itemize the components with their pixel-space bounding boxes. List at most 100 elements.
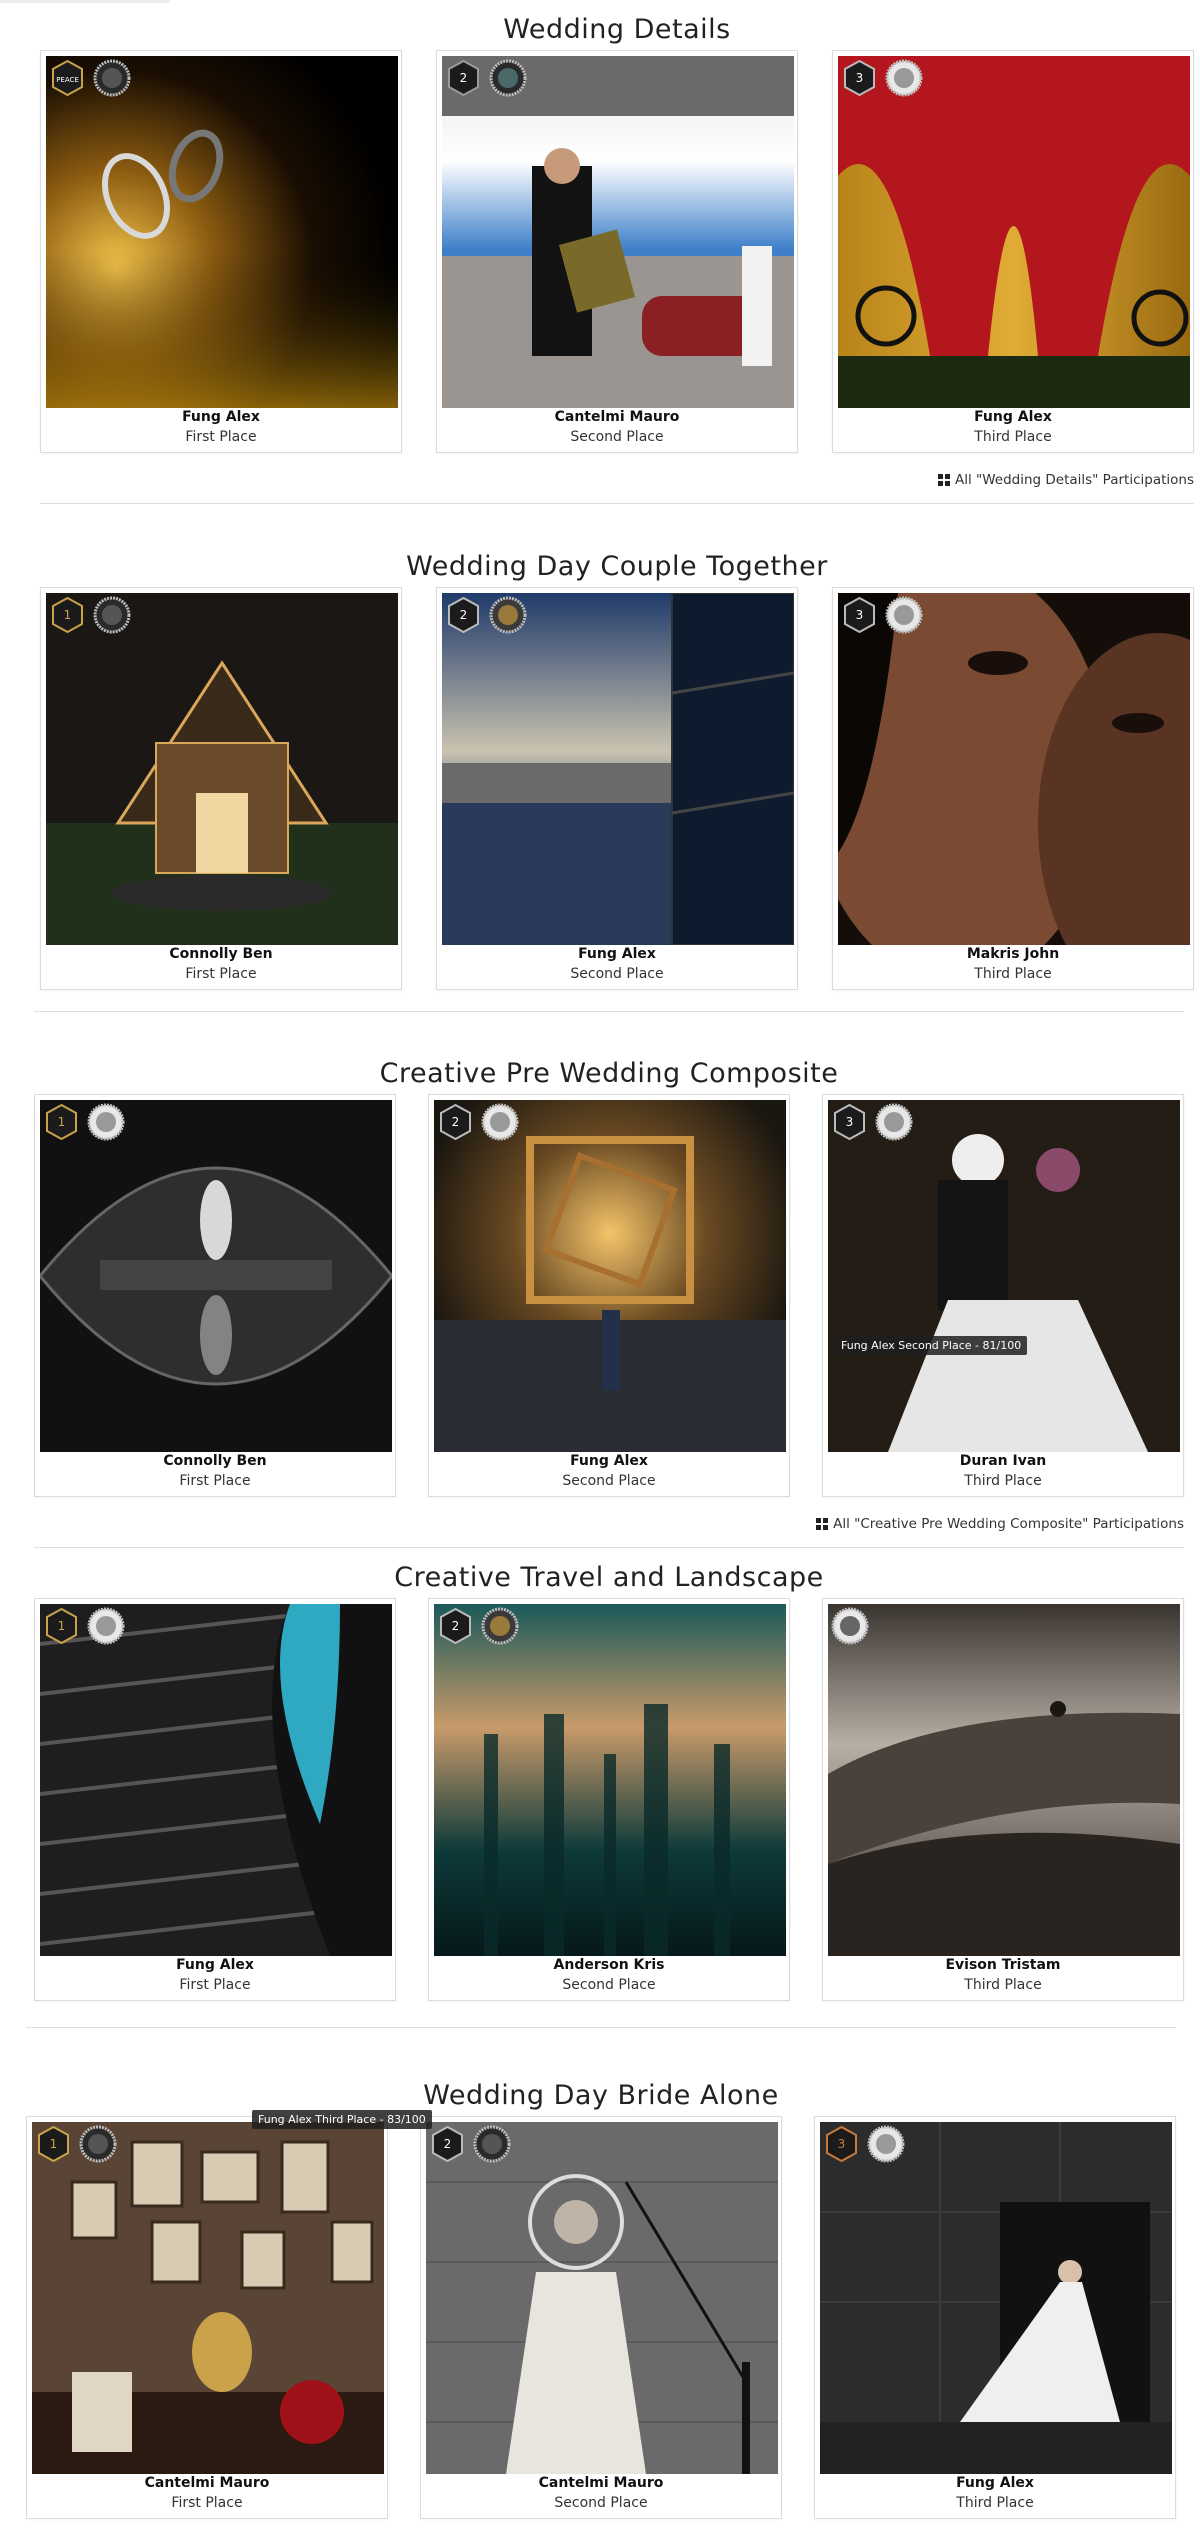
winner-photo[interactable] (838, 593, 1190, 945)
winner-photo[interactable] (820, 2122, 1172, 2474)
winner-photo[interactable] (828, 1100, 1180, 1452)
award-seal-icon (93, 596, 131, 634)
winner-card[interactable]: 1 Connolly Ben First Place (40, 587, 402, 990)
svg-text:2: 2 (460, 71, 468, 85)
winner-name[interactable]: Duran Ivan (823, 1453, 1183, 1469)
section-creative-composite: Creative Pre Wedding Composite 1 Connoll… (34, 1044, 1184, 1544)
award-seal-icon (481, 1103, 519, 1141)
winner-card[interactable]: 3 Makris John Third Place (832, 587, 1194, 990)
winner-card[interactable]: 2 Fung Alex Second Place (428, 1094, 790, 1497)
winner-photo[interactable] (426, 2122, 778, 2474)
section-title: Wedding Day Bride Alone (423, 2080, 779, 2111)
rank-badge-icon: 1 (51, 596, 84, 634)
winner-place: First Place (179, 1473, 251, 1489)
winner-photo[interactable] (434, 1604, 786, 1956)
winner-card[interactable]: 1 Connolly Ben First Place (34, 1094, 396, 1497)
winner-photo[interactable] (32, 2122, 384, 2474)
winner-photo[interactable] (40, 1100, 392, 1452)
winner-photo[interactable] (838, 56, 1190, 408)
award-seal-icon (867, 2125, 905, 2163)
award-seal-icon (87, 1607, 125, 1645)
winner-name[interactable]: Connolly Ben (35, 1453, 395, 1469)
award-seal-icon (875, 1103, 913, 1141)
winner-place: Third Place (964, 1473, 1042, 1489)
winner-card[interactable]: 3 Fung Alex Third Place (814, 2116, 1176, 2519)
rank-badge-icon: 1 (45, 1607, 78, 1645)
rank-badge-icon: 1 (45, 1103, 78, 1141)
award-seal-icon (831, 1607, 869, 1645)
all-participations-label[interactable]: All "Creative Pre Wedding Composite" Par… (833, 1516, 1184, 1532)
winner-card[interactable]: Evison Tristam Third Place (822, 1598, 1184, 2001)
award-seal-icon (87, 1103, 125, 1141)
winner-place: Second Place (562, 1473, 656, 1489)
svg-text:1: 1 (50, 2137, 58, 2151)
svg-text:3: 3 (846, 1115, 854, 1129)
svg-text:3: 3 (838, 2137, 846, 2151)
winner-name[interactable]: Fung Alex (429, 1453, 789, 1469)
winner-card[interactable]: 3 Fung Alex Third Place (832, 50, 1194, 453)
winner-photo[interactable] (442, 593, 794, 945)
all-participations-link[interactable]: All "Wedding Details" Participations (937, 472, 1194, 488)
winner-name[interactable]: Anderson Kris (429, 1957, 789, 1973)
winner-place: First Place (185, 429, 257, 445)
award-seal-icon (885, 596, 923, 634)
winner-photo[interactable] (442, 56, 794, 408)
grid-icon (816, 1518, 829, 1530)
winner-name[interactable]: Connolly Ben (41, 946, 401, 962)
winner-photo[interactable] (40, 1604, 392, 1956)
winner-name[interactable]: Fung Alex (35, 1957, 395, 1973)
rank-badge-icon: 2 (439, 1607, 472, 1645)
section-travel-landscape: Creative Travel and Landscape 1 Fung Ale… (34, 1548, 1184, 2008)
svg-text:2: 2 (460, 608, 468, 622)
winner-name[interactable]: Cantelmi Mauro (421, 2475, 781, 2491)
svg-text:3: 3 (856, 71, 864, 85)
winner-card[interactable]: 2 Anderson Kris Second Place (428, 1598, 790, 2001)
svg-text:3: 3 (856, 608, 864, 622)
score-tooltip: Fung Alex Second Place - 81/100 (835, 1336, 1028, 1355)
section-divider (26, 2027, 1176, 2028)
award-seal-icon (473, 2125, 511, 2163)
winner-place: Third Place (964, 1977, 1042, 1993)
award-seal-icon (481, 1607, 519, 1645)
winner-name[interactable]: Fung Alex (41, 409, 401, 425)
winner-place: First Place (179, 1977, 251, 1993)
winner-photo[interactable] (828, 1604, 1180, 1956)
winner-card[interactable]: 3 Fung Alex Second Place - 81/100 Duran … (822, 1094, 1184, 1497)
rank-badge-icon: 1 (37, 2125, 70, 2163)
winner-name[interactable]: Fung Alex (815, 2475, 1175, 2491)
svg-text:PEACE: PEACE (56, 76, 79, 84)
rank-badge-icon: 3 (843, 59, 876, 97)
svg-text:2: 2 (452, 1619, 460, 1633)
section-couple-together: Wedding Day Couple Together 1 Connolly B… (40, 537, 1194, 997)
all-participations-label[interactable]: All "Wedding Details" Participations (955, 472, 1194, 488)
winner-place: Third Place (974, 429, 1052, 445)
award-seal-icon (885, 59, 923, 97)
winner-name[interactable]: Evison Tristam (823, 1957, 1183, 1973)
winner-card[interactable]: 1 Fung Alex First Place (34, 1598, 396, 2001)
winner-card[interactable]: PEACE Fung Alex First Place (40, 50, 402, 453)
winner-photo[interactable] (46, 56, 398, 408)
winner-card[interactable]: 2 Cantelmi Mauro Second Place (436, 50, 798, 453)
winner-place: Third Place (956, 2495, 1034, 2511)
svg-text:2: 2 (452, 1115, 460, 1129)
winner-name[interactable]: Makris John (833, 946, 1193, 962)
winner-photo[interactable] (46, 593, 398, 945)
winner-card[interactable]: 2 Cantelmi Mauro Second Place (420, 2116, 782, 2519)
all-participations-link[interactable]: All "Creative Pre Wedding Composite" Par… (816, 1516, 1184, 1532)
grid-icon (937, 474, 950, 486)
section-title: Wedding Day Couple Together (406, 551, 828, 582)
winner-name[interactable]: Cantelmi Mauro (437, 409, 797, 425)
section-wedding-details: Wedding Details PEACE Fung Alex First Pl… (40, 0, 1194, 500)
winner-name[interactable]: Fung Alex (833, 409, 1193, 425)
winner-card[interactable]: 1 Cantelmi Mauro First Place (26, 2116, 388, 2519)
winner-card[interactable]: 2 Fung Alex Second Place (436, 587, 798, 990)
winner-photo[interactable] (434, 1100, 786, 1452)
winner-name[interactable]: Cantelmi Mauro (27, 2475, 387, 2491)
winner-place: First Place (185, 966, 257, 982)
award-seal-icon (489, 59, 527, 97)
rank-badge-icon: 3 (833, 1103, 866, 1141)
winner-name[interactable]: Fung Alex (437, 946, 797, 962)
svg-text:1: 1 (58, 1115, 66, 1129)
winner-place: First Place (171, 2495, 243, 2511)
rank-badge-icon: 2 (431, 2125, 464, 2163)
